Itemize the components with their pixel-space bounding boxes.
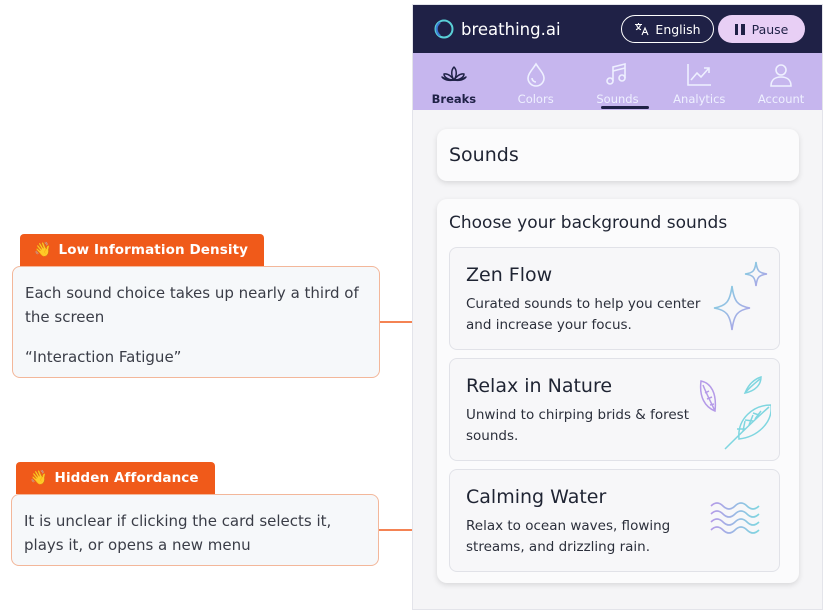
active-tab-indicator [600,106,649,109]
top-bar: breathing.ai English Pause [413,5,822,53]
nav-label: Analytics [673,92,726,106]
annotation-tag-label: Low Information Density [58,242,249,258]
trend-chart-icon [687,64,712,86]
nav-label: Colors [517,92,554,106]
pause-icon [734,23,745,35]
nav-label: Sounds [596,92,639,106]
page-title: Sounds [437,129,799,181]
user-icon [770,64,792,87]
annotation-note-hidden-affordance: It is unclear if clicking the card selec… [11,494,379,566]
annotation-note-low-density: Each sound choice takes up nearly a thir… [12,266,380,378]
card-title: Zen Flow [466,264,553,286]
translate-icon [635,23,649,36]
card-title: Relax in Nature [466,375,613,397]
panel-title: Choose your background sounds [449,213,728,233]
brand-name: breathing.ai [461,19,561,39]
music-note-icon [606,62,627,85]
annotation-tag-low-density: 👋 Low Information Density [20,234,265,266]
annotation-text: It is unclear if clicking the card selec… [24,512,332,554]
sound-card-zen-flow[interactable]: Zen Flow Curated sounds to help you cent… [449,247,780,350]
brand-logo[interactable]: breathing.ai [433,18,561,40]
sound-card-calming-water[interactable]: Calming Water Relax to ocean waves, flow… [449,469,780,572]
wave-hand-icon: 👋 [30,470,48,486]
pause-label: Pause [751,21,789,37]
card-description: Curated sounds to help you center and in… [466,296,701,333]
nav-item-account[interactable]: Account [740,53,822,110]
card-title: Calming Water [466,486,607,508]
nav-item-analytics[interactable]: Analytics [658,53,740,110]
droplet-icon [526,62,545,87]
annotation-text: “Interaction Fatigue” [25,348,182,366]
wave-hand-icon: 👋 [34,242,52,258]
annotation-tag-label: Hidden Affordance [54,470,199,486]
nav-item-colors[interactable]: Colors [495,53,577,110]
sparkles-icon [713,261,768,331]
nav-item-sounds[interactable]: Sounds [577,53,659,110]
annotation-text: Each sound choice takes up nearly a thir… [25,284,359,326]
nav-label: Breaks [431,92,477,106]
annotation-tag-hidden-affordance: 👋 Hidden Affordance [16,462,215,494]
pause-button[interactable]: Pause [718,15,805,43]
nav-item-breaks[interactable]: Breaks [413,53,495,110]
main-nav: Breaks Colors Sounds Analytics Account [413,53,822,110]
sound-card-relax-in-nature[interactable]: Relax in Nature Unwind to chirping brids… [449,358,780,461]
language-label: English [655,21,701,37]
lotus-icon [441,66,467,82]
breathing-logo-icon [434,19,454,39]
card-description: Relax to ocean waves, flowing streams, a… [466,518,671,555]
waves-icon [710,502,760,534]
language-button[interactable]: English [621,15,714,43]
card-description: Unwind to chirping brids & forest sounds… [466,407,689,444]
sounds-panel: Choose your background sounds Zen Flow C… [437,199,799,583]
app-window: breathing.ai English Pause Breaks Colors… [412,4,823,610]
leaves-icon [699,375,771,450]
nav-label: Account [757,92,805,106]
